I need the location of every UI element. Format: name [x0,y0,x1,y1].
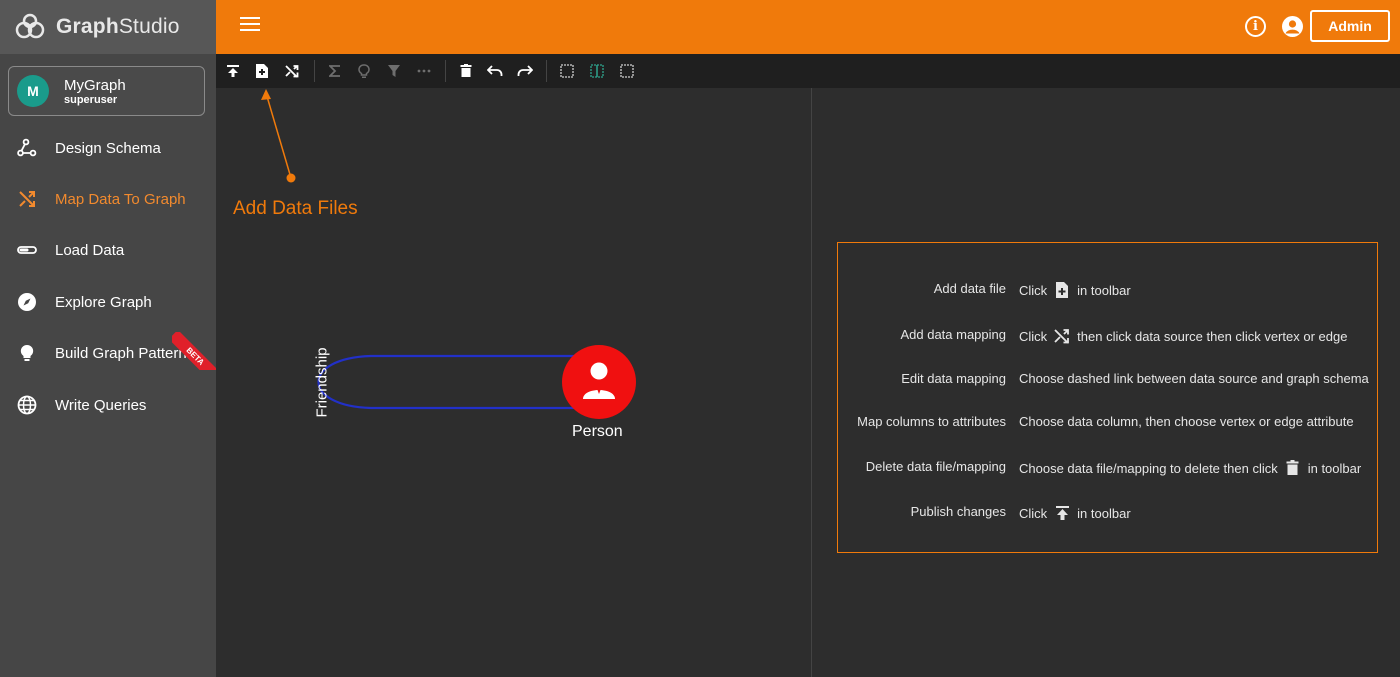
add-data-files-annotation: Add Data Files [233,198,358,219]
help-key: Delete data file/mapping [865,459,1006,474]
help-key: Publish changes [910,504,1006,519]
person-vertex[interactable] [562,345,636,419]
sidebar-item-label: Explore Graph [55,293,152,311]
panel-split-icon[interactable] [588,62,606,80]
graph-avatar: M [17,75,49,107]
add-data-mapping-icon[interactable] [283,62,301,80]
info-icon[interactable]: i [1245,16,1266,37]
admin-button[interactable]: Admin [1310,10,1390,42]
edge-label: Friendship [313,347,331,418]
help-value: Click then click data source then click … [1019,327,1347,345]
sidebar-item-explore-graph[interactable]: Explore Graph [0,280,216,324]
toolbar [216,54,1400,88]
logo-text: GraphStudio [56,15,180,39]
shuffle-icon [1053,327,1071,345]
help-key: Edit data mapping [901,371,1006,386]
help-text: in toolbar [1077,282,1131,298]
sidebar-item-label: Design Schema [55,139,161,157]
logo[interactable]: GraphStudio [0,0,216,54]
schema-icon [16,137,38,159]
graph-schema-drawing [261,89,636,419]
vertex-label: Person [572,423,623,440]
graph-role: superuser [64,93,118,106]
friendship-edge[interactable] [317,354,577,410]
add-data-file-icon[interactable] [253,62,271,80]
toolbar-divider [445,60,446,82]
help-key: Add data file [933,281,1006,296]
user-account-icon[interactable] [1282,16,1303,37]
load-icon [16,239,38,261]
sidebar: GraphStudio M MyGraph superuser Design S… [0,0,216,677]
compass-icon [16,291,38,313]
help-row: Add data mapping Click then click data s… [838,324,1378,346]
more-icon [415,62,433,80]
add-file-icon [1053,281,1071,299]
panel-left-icon[interactable] [558,62,576,80]
hamburger-menu-icon[interactable] [240,17,260,37]
top-bar: i Admin [216,0,1400,54]
help-value: Click in toolbar [1019,504,1131,522]
help-text: Click [1019,505,1048,521]
help-key: Map columns to attributes [857,414,1006,429]
toolbar-divider [546,60,547,82]
undo-icon[interactable] [486,62,504,80]
help-row: Add data file Click in toolbar [838,278,1378,300]
shuffle-icon [16,188,38,210]
sidebar-item-load-data[interactable]: Load Data [0,228,216,272]
sidebar-item-design-schema[interactable]: Design Schema [0,126,216,170]
annotation-arrow [261,89,296,183]
help-text: Choose data file/mapping to delete then … [1019,460,1278,476]
lightbulb-icon [16,342,38,364]
help-row: Edit data mapping Choose dashed link bet… [838,368,1378,390]
help-text: then click data source then click vertex… [1077,328,1348,344]
graph-name: MyGraph [64,76,126,94]
help-value: Choose data file/mapping to delete then … [1019,459,1361,477]
sidebar-item-label: Load Data [55,241,125,259]
publish-icon[interactable] [224,62,242,80]
sidebar-item-label: Map Data To Graph [55,190,186,208]
panel-right-icon[interactable] [618,62,636,80]
help-key: Add data mapping [900,327,1006,342]
help-value: Choose data column, then choose vertex o… [1019,414,1354,429]
logo-text-graph: Graph [56,15,119,38]
help-text: in toolbar [1077,505,1131,521]
help-value: Choose dashed link between data source a… [1019,371,1369,386]
trash-icon [1284,459,1302,477]
logo-text-studio: Studio [118,15,180,38]
help-box: Add data file Click in toolbar Add data … [837,242,1378,553]
help-text: Choose data column, then choose vertex o… [1019,414,1354,429]
sum-icon [326,62,344,80]
trash-icon[interactable] [457,62,475,80]
lightbulb-icon [355,62,373,80]
help-row: Publish changes Click in toolbar [838,501,1378,523]
filter-icon [385,62,403,80]
help-value: Click in toolbar [1019,281,1131,299]
help-row: Delete data file/mapping Choose data fil… [838,456,1378,478]
help-text: Click [1019,282,1048,298]
help-row: Map columns to attributes Choose data co… [838,411,1378,433]
beta-badge-text: BETA [172,332,216,370]
toolbar-divider [314,60,315,82]
sidebar-item-label: Write Queries [55,396,147,414]
graphstudio-logo-icon [15,13,45,39]
help-text: Choose dashed link between data source a… [1019,371,1369,386]
globe-icon [16,394,38,416]
beta-badge: BETA [172,332,216,370]
redo-icon[interactable] [516,62,534,80]
publish-icon [1053,504,1071,522]
sidebar-item-write-queries[interactable]: Write Queries [0,383,216,427]
help-text: Click [1019,328,1048,344]
sidebar-item-map-data[interactable]: Map Data To Graph [0,177,216,221]
graph-selector[interactable]: M MyGraph superuser [8,66,205,116]
help-text: in toolbar [1307,460,1362,476]
